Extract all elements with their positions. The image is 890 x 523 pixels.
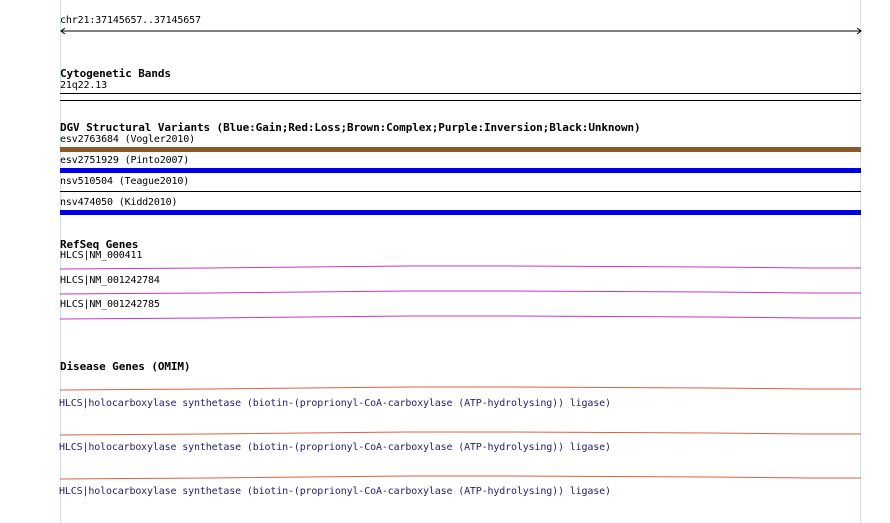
dgv-variant-label[interactable]: nsv474050 (Kidd2010) (60, 197, 178, 209)
omim-gene-model[interactable] (59, 382, 861, 392)
dgv-variant-label[interactable]: esv2763684 (Vogler2010) (60, 134, 195, 146)
omim-gene-label[interactable]: HLCS|holocarboxylase synthetase (biotin-… (59, 442, 611, 454)
dgv-variant-label[interactable]: esv2751929 (Pinto2007) (60, 155, 189, 167)
dgv-variant-bar[interactable] (60, 147, 861, 152)
cytoband-track-title: Cytogenetic Bands (60, 67, 171, 80)
dgv-variant-bar[interactable] (60, 191, 861, 192)
refseq-gene-model[interactable] (59, 286, 861, 296)
omim-track-title: Disease Genes (OMIM) (60, 360, 191, 373)
omim-gene-model[interactable] (59, 427, 861, 437)
dgv-variant-bar[interactable] (60, 210, 861, 215)
gene-model-line (59, 475, 861, 480)
cytoband-track-divider (60, 100, 861, 101)
dgv-track-title: DGV Structural Variants (Blue:Gain;Red:L… (60, 121, 641, 134)
refseq-gene-model[interactable] (59, 311, 861, 321)
omim-gene-model[interactable] (59, 471, 861, 481)
dgv-variant-bar[interactable] (60, 168, 861, 173)
gene-model-line (59, 431, 861, 436)
cytoband-bar[interactable] (60, 93, 861, 94)
gene-model-line (59, 386, 861, 391)
cytoband-label[interactable]: 21q22.13 (60, 80, 107, 92)
omim-gene-label[interactable]: HLCS|holocarboxylase synthetase (biotin-… (59, 398, 611, 410)
gene-model-line (59, 315, 861, 320)
dgv-variant-label[interactable]: nsv510504 (Teague2010) (60, 176, 189, 188)
position-ruler[interactable] (60, 26, 862, 36)
omim-gene-label[interactable]: HLCS|holocarboxylase synthetase (biotin-… (59, 486, 611, 498)
refseq-gene-model[interactable] (59, 261, 861, 271)
gene-model-line (59, 265, 861, 270)
gene-model-line (59, 290, 861, 295)
refseq-gene-label[interactable]: HLCS|NM_001242785 (60, 299, 160, 311)
